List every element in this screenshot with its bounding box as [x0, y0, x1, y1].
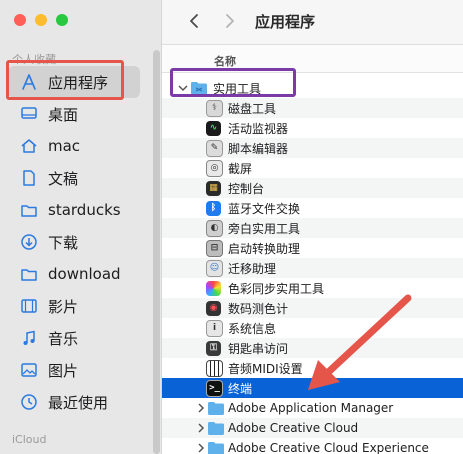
home-icon: [16, 136, 42, 156]
list-item-adobe-application-manager[interactable]: Adobe Application Manager: [162, 398, 463, 418]
list-item-label: 脚本编辑器: [228, 141, 289, 156]
sidebar-item-music[interactable]: 音乐: [8, 322, 140, 354]
list-item-label: 终端: [228, 381, 253, 396]
list-item-label: 系统信息: [228, 321, 277, 336]
sidebar-item-label: 影片: [48, 297, 79, 316]
folder-icon: [16, 200, 42, 220]
folder-icon: [208, 402, 224, 415]
close-window-button[interactable]: [14, 14, 26, 26]
voiceover-utility-icon: ◐: [206, 219, 223, 237]
list-item-activity-monitor[interactable]: ∿ 活动监视器: [162, 118, 463, 138]
sidebar-item-label: 最近使用: [48, 393, 109, 412]
sidebar-item-label: 图片: [48, 361, 79, 380]
list-item-console[interactable]: ▦ 控制台: [162, 178, 463, 198]
sidebar-item-recents[interactable]: 最近使用: [8, 386, 140, 418]
sidebar-item-pictures[interactable]: 图片: [8, 354, 140, 386]
list-item-voiceover-utility[interactable]: ◐ 旁白实用工具: [162, 218, 463, 238]
list-item-disk-utility[interactable]: ⚕ 磁盘工具: [162, 98, 463, 118]
list-item-label: 磁盘工具: [228, 101, 277, 116]
sidebar-item-label: starducks: [48, 201, 121, 219]
sidebar-item-label: 音乐: [48, 329, 79, 348]
list-item-label: 启动转换助理: [228, 241, 301, 256]
list-item-label: Adobe Application Manager: [228, 401, 394, 415]
sidebar-item-label: 桌面: [48, 105, 79, 124]
folder-icon: [208, 442, 224, 454]
bluetooth-icon: ᛒ: [206, 200, 221, 216]
column-header-label: 名称: [214, 55, 236, 68]
music-icon: [16, 328, 42, 348]
sidebar-item-documents[interactable]: 文稿: [8, 162, 140, 194]
photo-icon: [16, 360, 42, 380]
list-item-label: 数码测色计: [228, 301, 289, 316]
screenshot-icon: ◎: [206, 159, 223, 177]
list-item-adobe-creative-cloud-experience[interactable]: Adobe Creative Cloud Experience: [162, 438, 463, 454]
piano-keys-icon: [206, 359, 223, 377]
migration-assistant-icon: ☺: [206, 259, 223, 277]
list-item-label: 活动监视器: [228, 121, 289, 136]
system-information-icon: i: [206, 319, 223, 337]
folder-icon: [208, 422, 224, 435]
annotation-purple-box: [170, 68, 296, 97]
list-item-script-editor[interactable]: ✎ 脚本编辑器: [162, 138, 463, 158]
disclosure-collapsed-icon[interactable]: [194, 398, 208, 418]
colorsync-icon: [206, 280, 221, 296]
sidebar-item-desktop[interactable]: 桌面: [8, 98, 140, 130]
sidebar-section-icloud: iCloud: [12, 433, 47, 446]
zoom-window-button[interactable]: [56, 14, 68, 26]
clock-icon: [16, 392, 42, 412]
digital-color-meter-icon: ◉: [206, 300, 221, 316]
film-icon: [16, 296, 42, 316]
list-item-label: 蓝牙文件交换: [228, 201, 301, 216]
annotation-red-box: [6, 60, 124, 100]
desktop-icon: [16, 104, 42, 124]
list-item-screenshot[interactable]: ◎ 截屏: [162, 158, 463, 178]
activity-monitor-icon: ∿: [206, 120, 221, 136]
document-icon: [16, 168, 42, 188]
folder-icon: [16, 264, 42, 284]
list-item-label: Adobe Creative Cloud: [228, 421, 359, 435]
chevron-left-icon: [190, 14, 198, 28]
window-title: 应用程序: [255, 13, 316, 31]
list-item-label: Adobe Creative Cloud Experience: [228, 441, 429, 454]
sidebar-scrollbar[interactable]: [153, 50, 160, 454]
boot-camp-icon: ⊟: [206, 239, 223, 257]
keychain-icon: ⚿: [206, 340, 221, 356]
sidebar-item-starducks[interactable]: starducks: [8, 194, 140, 226]
annotation-arrow-icon: [308, 294, 412, 390]
list-item-label: 迁移助理: [228, 261, 277, 276]
list-item-boot-camp-assistant[interactable]: ⊟ 启动转换助理: [162, 238, 463, 258]
disk-utility-icon: ⚕: [206, 99, 223, 117]
minimize-window-button[interactable]: [35, 14, 47, 26]
console-icon: ▦: [206, 180, 221, 196]
sidebar-item-download[interactable]: download: [8, 258, 140, 290]
chevron-right-icon: [226, 14, 234, 28]
toolbar: 应用程序: [162, 0, 463, 45]
disclosure-collapsed-icon[interactable]: [194, 438, 208, 454]
sidebar-item-label: mac: [48, 137, 81, 155]
forward-button[interactable]: [220, 10, 240, 32]
disclosure-collapsed-icon[interactable]: [194, 418, 208, 438]
script-editor-icon: ✎: [206, 139, 223, 157]
sidebar: 个人收藏 应用程序 桌面 mac 文稿 starducks 下载 downloa…: [0, 0, 162, 454]
sidebar-item-downloads[interactable]: 下载: [8, 226, 140, 258]
terminal-icon: >_: [206, 379, 223, 397]
download-icon: [16, 232, 42, 252]
list-item-migration-assistant[interactable]: ☺ 迁移助理: [162, 258, 463, 278]
sidebar-item-label: 下载: [48, 233, 79, 252]
back-button[interactable]: [184, 10, 204, 32]
list-item-label: 钥匙串访问: [228, 341, 289, 356]
list-item-bluetooth-file-exchange[interactable]: ᛒ 蓝牙文件交换: [162, 198, 463, 218]
list-item-label: 控制台: [228, 181, 265, 196]
sidebar-item-movies[interactable]: 影片: [8, 290, 140, 322]
sidebar-item-mac[interactable]: mac: [8, 130, 140, 162]
list-item-label: 截屏: [228, 161, 253, 176]
list-item-label: 音频MIDI设置: [228, 361, 303, 376]
sidebar-item-label: download: [48, 265, 121, 283]
list-item-label: 旁白实用工具: [228, 221, 301, 236]
list-item-adobe-creative-cloud[interactable]: Adobe Creative Cloud: [162, 418, 463, 438]
sidebar-item-label: 文稿: [48, 169, 79, 188]
